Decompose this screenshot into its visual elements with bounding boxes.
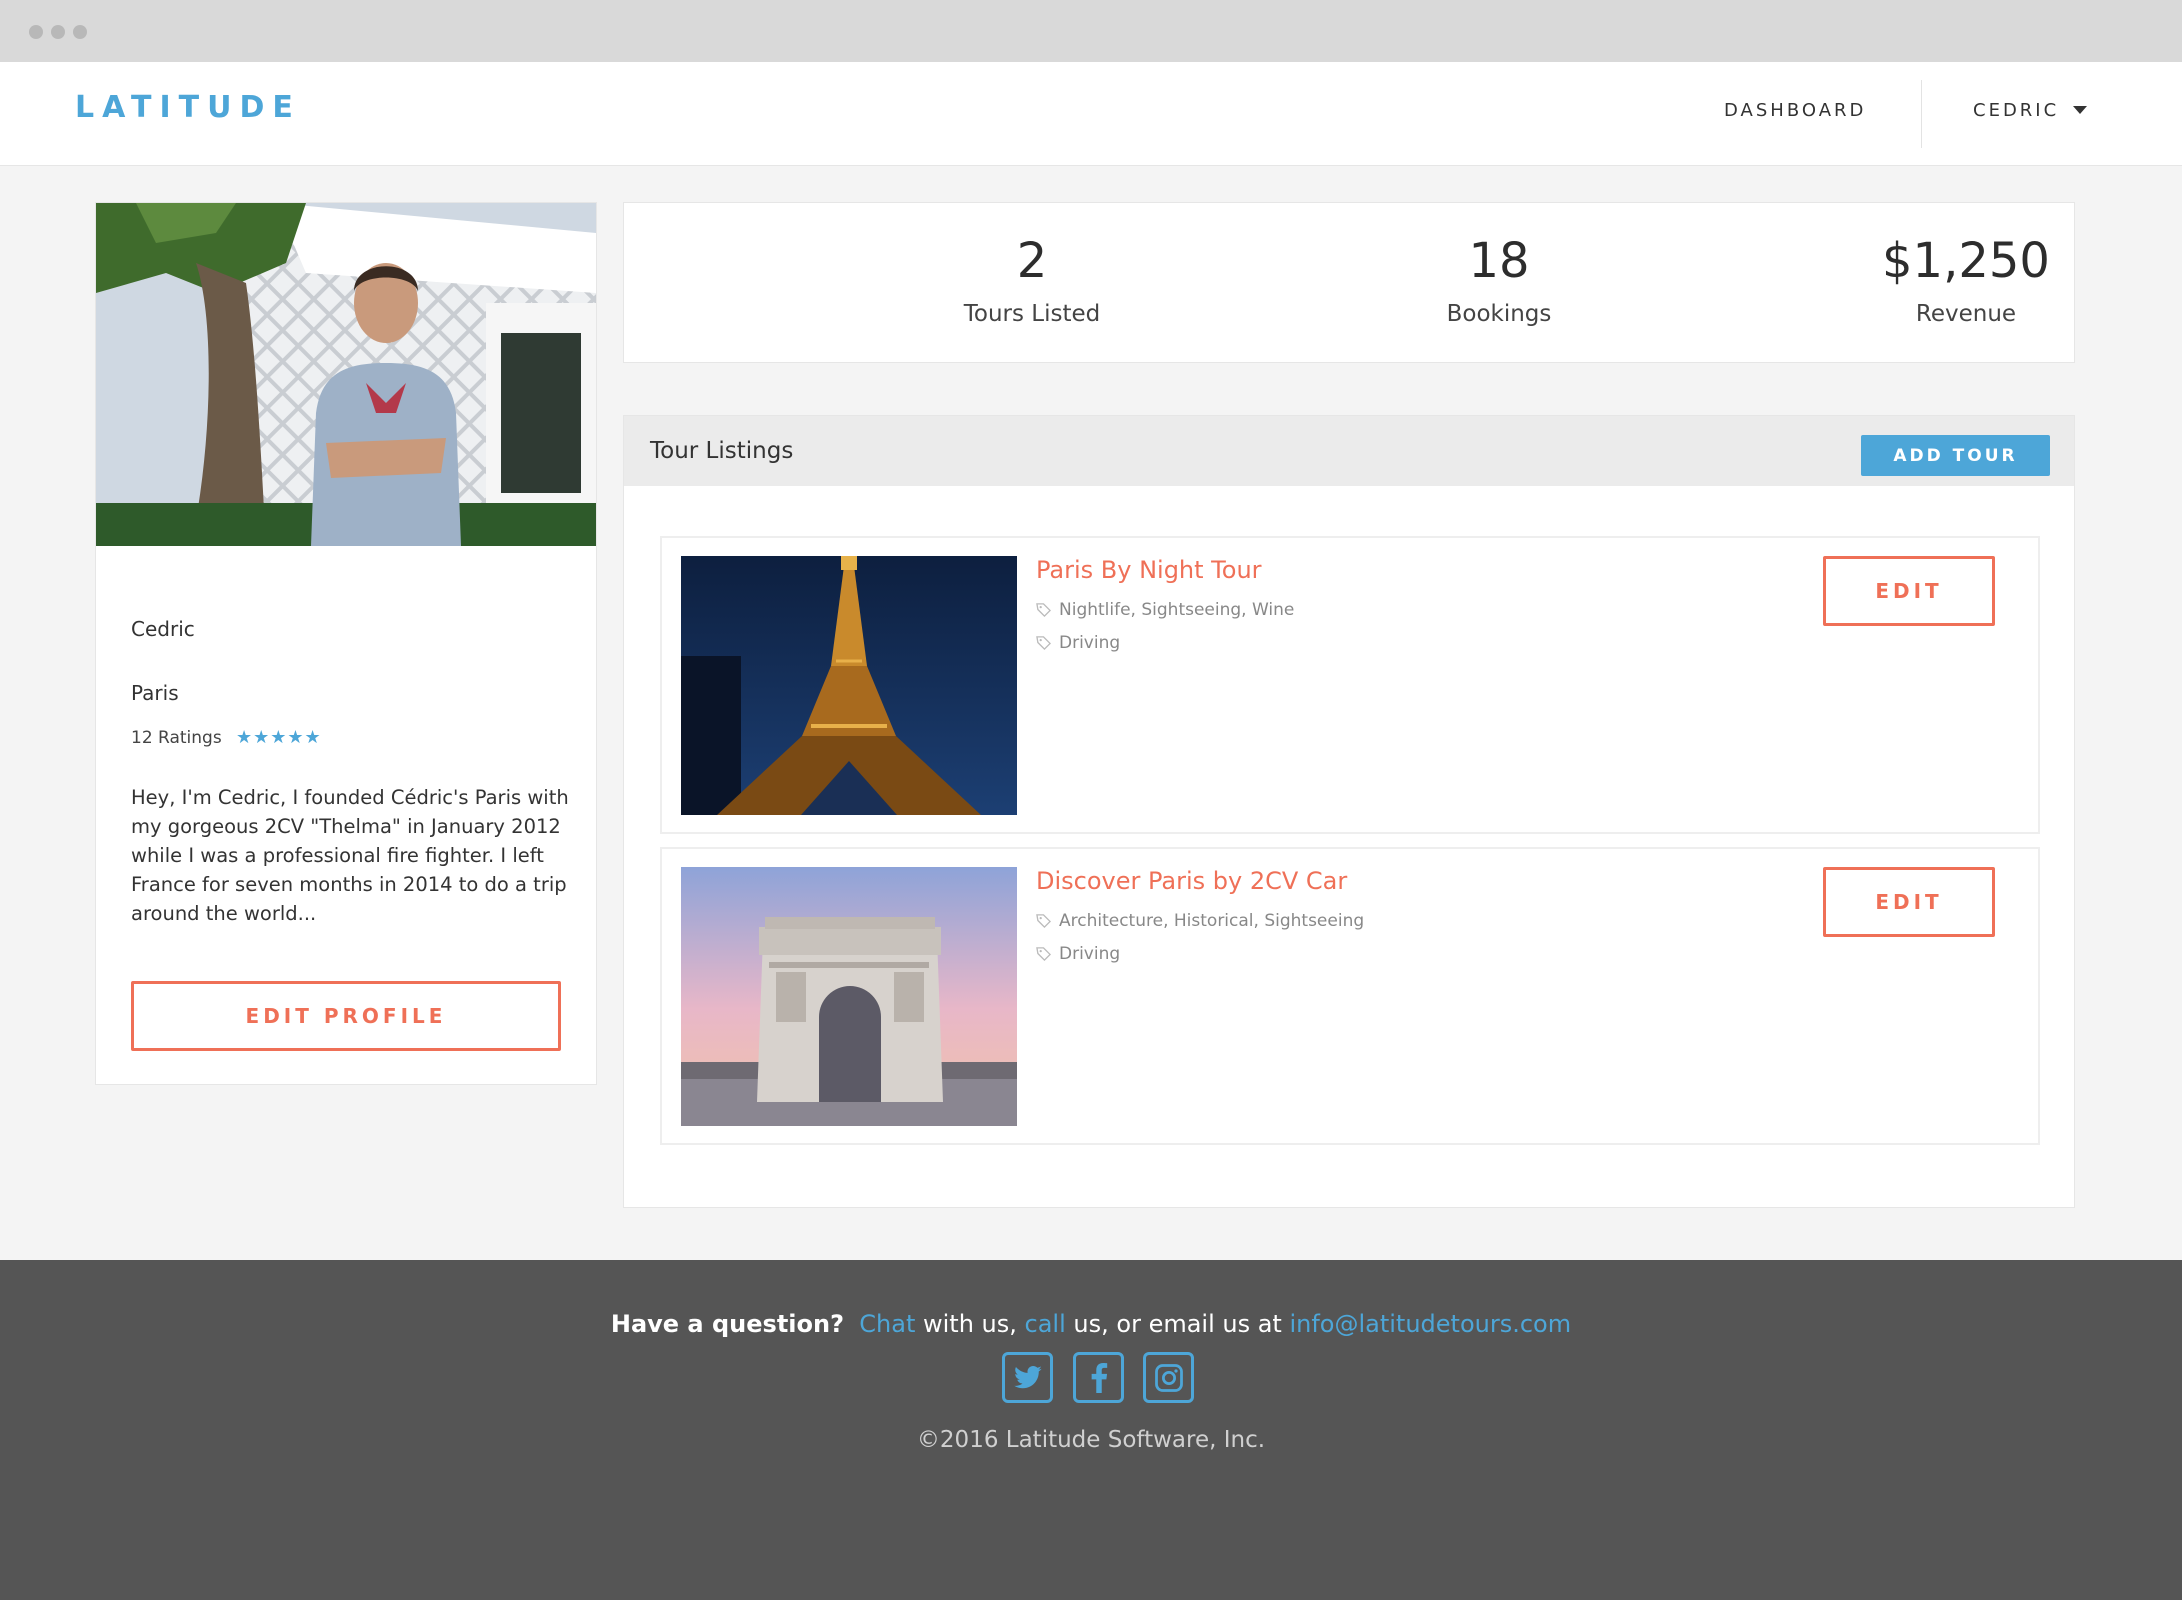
footer-text-2: us, or email us at — [1065, 1310, 1290, 1338]
tag-icon — [1036, 636, 1051, 650]
facebook-icon[interactable] — [1073, 1352, 1124, 1403]
nav-dashboard-link[interactable]: DASHBOARD — [1724, 100, 1866, 121]
profile-bio: Hey, I'm Cedric, I founded Cédric's Pari… — [131, 786, 569, 925]
stat-value: $1,250 — [1882, 233, 2050, 289]
twitter-icon[interactable] — [1002, 1352, 1053, 1403]
profile-ratings-count: 12 Ratings — [131, 728, 222, 748]
site-header: LATITUDE DASHBOARD CEDRIC — [0, 62, 2182, 166]
chevron-down-icon — [2073, 106, 2088, 114]
copyright: ©2016 Latitude Software, Inc. — [916, 1427, 1266, 1453]
window-minimize-dot[interactable] — [51, 25, 65, 39]
edit-tour-button[interactable]: EDIT — [1823, 556, 1995, 626]
tour-card: Paris By Night Tour Nightlife, Sightseei… — [660, 536, 2040, 834]
edit-tour-button[interactable]: EDIT — [1823, 867, 1995, 937]
stat-label: Bookings — [1446, 301, 1552, 327]
add-tour-button[interactable]: ADD TOUR — [1861, 435, 2050, 476]
tour-tags-text: Architecture, Historical, Sightseeing — [1059, 911, 1365, 931]
site-footer: Have a question? Chat with us, call us, … — [0, 1260, 2182, 1600]
email-link[interactable]: info@latitudetours.com — [1289, 1310, 1571, 1338]
stat-label: Tours Listed — [963, 301, 1101, 327]
tag-icon — [1036, 947, 1051, 961]
stats-card: 2 Tours Listed 18 Bookings $1,250 Revenu… — [623, 202, 2075, 363]
tour-image-eiffel[interactable] — [681, 556, 1017, 815]
stat-label: Revenue — [1915, 301, 2017, 327]
stat-revenue: $1,250 Revenue — [1816, 233, 2116, 327]
instagram-icon[interactable] — [1143, 1352, 1194, 1403]
tour-listings-panel: Tour Listings ADD TOUR Paris By Night To… — [623, 415, 2075, 1208]
stat-value: 18 — [1468, 233, 1530, 289]
edit-profile-button[interactable]: EDIT PROFILE — [131, 981, 561, 1051]
tag-icon — [1036, 914, 1051, 928]
tour-listings-title: Tour Listings — [650, 438, 794, 464]
tour-title-link[interactable]: Discover Paris by 2CV Car — [1036, 867, 1347, 895]
browser-titlebar — [0, 0, 2182, 62]
window-maximize-dot[interactable] — [73, 25, 87, 39]
stat-bookings: 18 Bookings — [1349, 233, 1649, 327]
rating-stars-icon: ★★★★★ — [236, 727, 322, 748]
tour-transport: Driving — [1036, 944, 1120, 964]
nav-divider — [1921, 80, 1922, 148]
tag-icon — [1036, 603, 1051, 617]
logo[interactable]: LATITUDE — [75, 90, 301, 125]
window-close-dot[interactable] — [29, 25, 43, 39]
profile-name: Cedric — [131, 617, 195, 641]
tour-tags-text: Nightlife, Sightseeing, Wine — [1059, 600, 1295, 620]
call-link[interactable]: call — [1025, 1310, 1066, 1338]
user-menu-label: CEDRIC — [1973, 100, 2060, 121]
profile-photo — [96, 203, 596, 546]
tour-listings-header: Tour Listings ADD TOUR — [624, 416, 2074, 486]
tour-card: Discover Paris by 2CV Car Architecture, … — [660, 847, 2040, 1145]
profile-city: Paris — [131, 681, 179, 705]
footer-contact-line: Have a question? Chat with us, call us, … — [0, 1310, 2182, 1338]
stat-value: 2 — [1016, 233, 1048, 289]
tour-title-link[interactable]: Paris By Night Tour — [1036, 556, 1262, 584]
tour-transport-text: Driving — [1059, 633, 1121, 653]
tour-image-arc-de-triomphe[interactable] — [681, 867, 1017, 1126]
tour-tags: Architecture, Historical, Sightseeing — [1036, 911, 1364, 931]
user-menu[interactable]: CEDRIC — [1973, 100, 2088, 121]
tour-transport: Driving — [1036, 633, 1120, 653]
tour-transport-text: Driving — [1059, 944, 1121, 964]
stat-tours-listed: 2 Tours Listed — [882, 233, 1182, 327]
tour-tags: Nightlife, Sightseeing, Wine — [1036, 600, 1294, 620]
footer-question: Have a question? — [610, 1310, 845, 1338]
chat-link[interactable]: Chat — [859, 1310, 915, 1338]
footer-text-1: with us, — [915, 1310, 1025, 1338]
profile-card: Cedric Paris 12 Ratings ★★★★★ Hey, I'm C… — [95, 202, 597, 1085]
